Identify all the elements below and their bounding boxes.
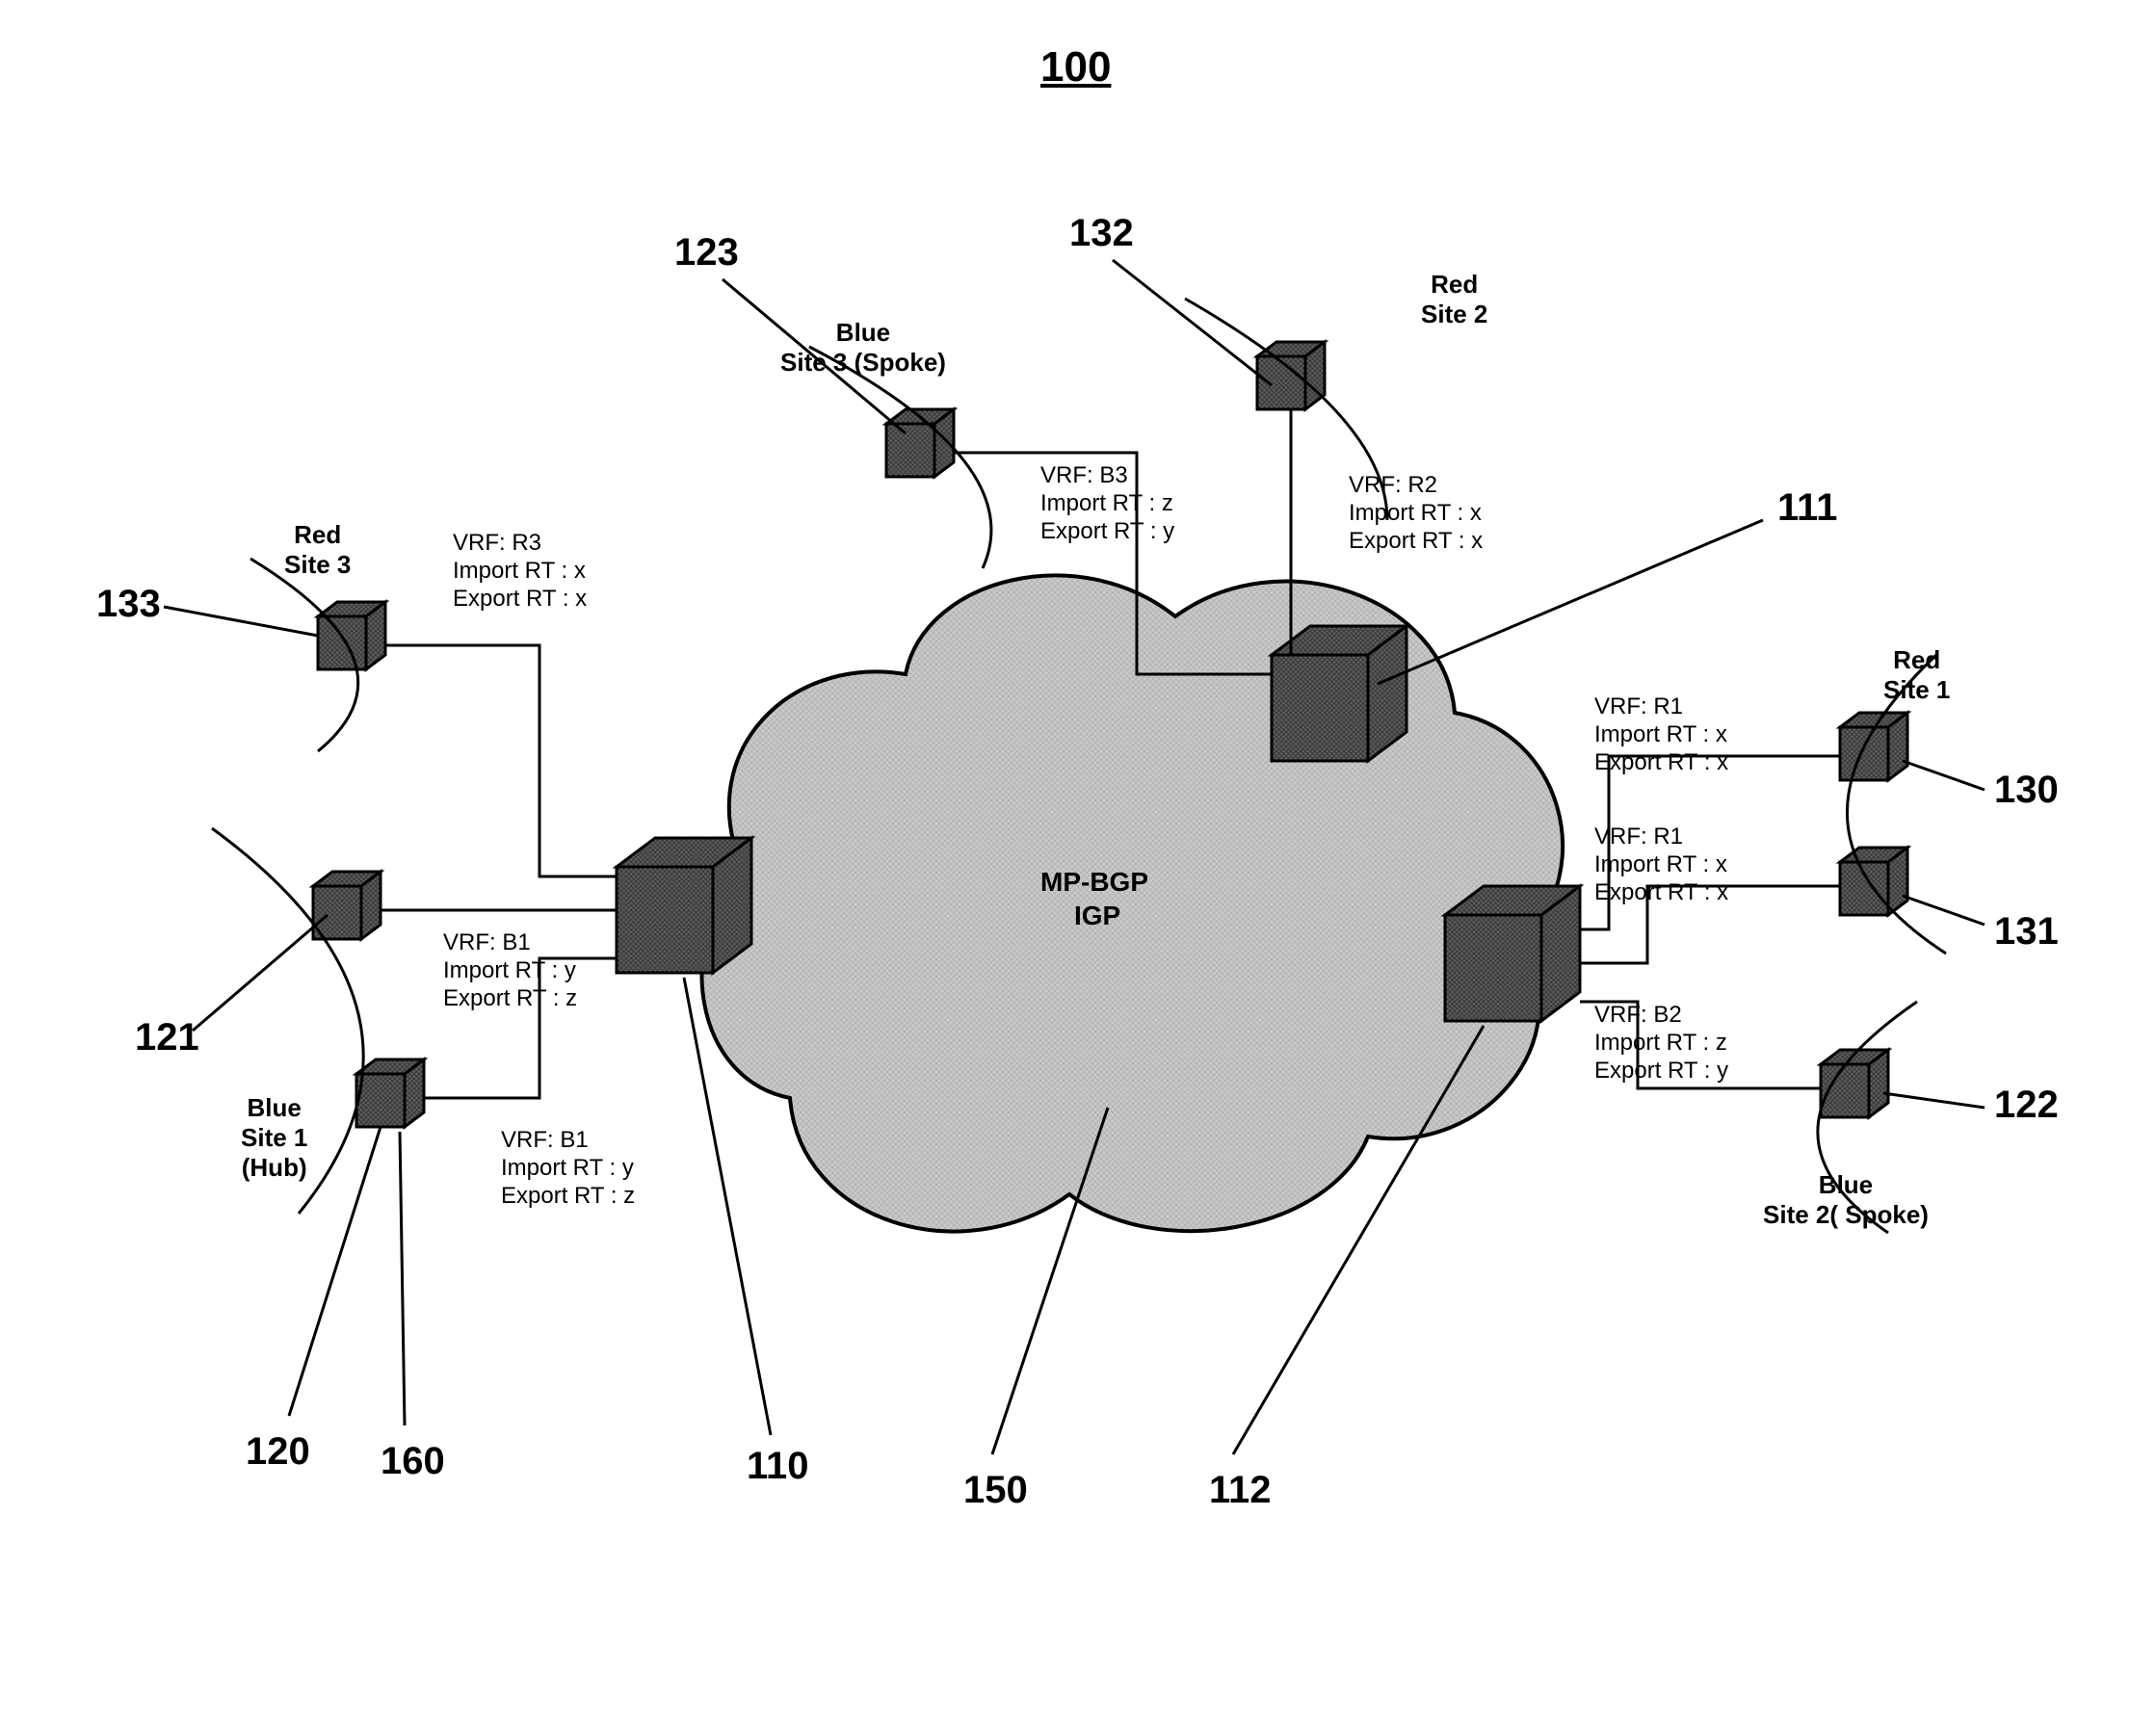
ce-122 — [1821, 1050, 1888, 1117]
callout-160: 160 — [381, 1440, 445, 1483]
ce-131 — [1840, 848, 1907, 915]
site-red1: Red Site 1 — [1883, 645, 1950, 705]
vrf-b1a: VRF: B1 Import RT : y Export RT : z — [443, 929, 577, 1012]
callout-133: 133 — [96, 583, 161, 626]
diagram-stage: 100 MP-BGP IGP Red Site 3 Blue Site 1 (H… — [0, 0, 2156, 1725]
vrf-r1a: VRF: R1 Import RT : x Export RT : x — [1594, 693, 1728, 776]
pe-111 — [1272, 626, 1407, 761]
site-blue1: Blue Site 1 (Hub) — [241, 1093, 307, 1183]
vrf-r3: VRF: R3 Import RT : x Export RT : x — [453, 530, 587, 613]
callout-122: 122 — [1994, 1084, 2059, 1127]
pe-112 — [1445, 886, 1580, 1021]
vrf-r2: VRF: R2 Import RT : x Export RT : x — [1349, 472, 1483, 555]
vrf-b2: VRF: B2 Import RT : z Export RT : y — [1594, 1002, 1728, 1085]
cloud-label-2: IGP — [1074, 901, 1120, 931]
callout-150: 150 — [963, 1469, 1028, 1512]
site-red3: Red Site 3 — [284, 520, 351, 580]
callout-130: 130 — [1994, 769, 2059, 812]
callout-121: 121 — [135, 1016, 199, 1059]
diagram-svg — [0, 0, 2156, 1725]
ce-133 — [318, 602, 385, 669]
site-blue3: Blue Site 3 (Spoke) — [780, 318, 946, 378]
vrf-r1b: VRF: R1 Import RT : x Export RT : x — [1594, 823, 1728, 906]
callout-112: 112 — [1209, 1469, 1272, 1512]
figure-number: 100 — [1040, 43, 1111, 91]
callout-111: 111 — [1777, 486, 1837, 530]
vrf-b3: VRF: B3 Import RT : z Export RT : y — [1040, 462, 1174, 545]
callout-120: 120 — [246, 1430, 310, 1474]
cloud-shape — [702, 575, 1564, 1231]
ce-121 — [313, 872, 381, 939]
arc-blue3 — [809, 347, 991, 568]
cloud-label-1: MP-BGP — [1040, 867, 1148, 898]
callout-110: 110 — [747, 1445, 809, 1488]
vrf-b1b: VRF: B1 Import RT : y Export RT : z — [501, 1127, 635, 1210]
ce-123 — [886, 409, 954, 477]
ce-130 — [1840, 713, 1907, 780]
site-red2: Red Site 2 — [1421, 270, 1487, 329]
pe-110 — [617, 838, 751, 973]
site-blue2: Blue Site 2( Spoke) — [1763, 1170, 1929, 1230]
ce-120 — [356, 1059, 424, 1127]
arc-red3 — [250, 559, 358, 751]
callout-123: 123 — [674, 231, 739, 274]
callout-132: 132 — [1069, 212, 1134, 255]
callout-131: 131 — [1994, 910, 2059, 954]
ce-132 — [1257, 342, 1325, 409]
